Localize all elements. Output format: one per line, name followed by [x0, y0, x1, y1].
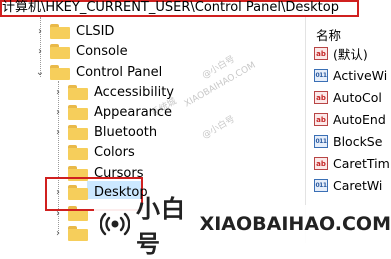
- value-row[interactable]: ab (默认): [314, 43, 368, 63]
- tree-item-colors[interactable]: Colors: [52, 142, 135, 162]
- column-header-name[interactable]: 名称: [316, 25, 341, 44]
- address-bar[interactable]: 计算机\HKEY_CURRENT_USER\Control Panel\Desk…: [0, 0, 391, 17]
- string-value-icon: ab: [314, 46, 328, 60]
- chevron-right-icon[interactable]: ›: [34, 45, 46, 57]
- tree-item-control-panel[interactable]: ⌄ Control Panel: [34, 62, 162, 82]
- chevron-right-icon[interactable]: ›: [52, 227, 64, 239]
- tree-item-partial[interactable]: ›: [52, 223, 94, 243]
- tree-item-desktop[interactable]: › Desktop: [52, 182, 148, 202]
- tree-item-label: Accessibility: [94, 84, 174, 100]
- chevron-right-icon[interactable]: ›: [52, 186, 64, 198]
- tree-item-label: CLSID: [76, 23, 115, 39]
- value-name: BlockSe: [333, 133, 383, 149]
- chevron-down-icon[interactable]: ⌄: [34, 66, 46, 78]
- binary-value-icon: 011: [314, 68, 328, 82]
- chevron-right-icon[interactable]: ›: [34, 25, 46, 37]
- address-path[interactable]: 计算机\HKEY_CURRENT_USER\Control Panel\Desk…: [2, 0, 339, 15]
- value-name: (默认): [333, 46, 368, 62]
- value-name: AutoCol: [333, 89, 382, 105]
- folder-icon: [68, 124, 88, 140]
- tree-item-label: Control Panel: [76, 64, 163, 80]
- tree-item-label: Bluetooth: [94, 124, 158, 140]
- string-value-icon: ab: [314, 90, 328, 104]
- tree-item-label: Colors: [94, 144, 135, 160]
- folder-icon: [50, 23, 70, 39]
- folder-icon: [68, 184, 88, 200]
- tree-item-console[interactable]: › Console: [34, 41, 128, 61]
- folder-icon: [68, 144, 88, 160]
- tree-item-bluetooth[interactable]: › Bluetooth: [52, 122, 157, 142]
- value-name: AutoEnd: [333, 111, 386, 127]
- chevron-right-icon[interactable]: ›: [52, 86, 64, 98]
- watermark-url: XIAOBAIHAO.COM: [199, 213, 391, 235]
- tree-item-clsid[interactable]: › CLSID: [34, 21, 114, 41]
- string-value-icon: ab: [314, 112, 328, 126]
- tree-item-label: Appearance: [94, 104, 173, 120]
- chevron-right-icon[interactable]: ›: [52, 126, 64, 138]
- value-row[interactable]: 011 CaretWi: [314, 175, 382, 195]
- tree-item-label: Desktop: [94, 184, 148, 200]
- value-row[interactable]: ab AutoEnd: [314, 109, 386, 129]
- tree-item-label: Console: [76, 43, 128, 59]
- value-row[interactable]: ab AutoCol: [314, 87, 382, 107]
- value-name: CaretWi: [333, 177, 383, 193]
- tree-item-accessibility[interactable]: › Accessibility: [52, 82, 174, 102]
- value-row[interactable]: 011 ActiveWi: [314, 65, 387, 85]
- value-row[interactable]: ab CaretTim: [314, 153, 390, 173]
- folder-icon: [68, 84, 88, 100]
- folder-icon: [68, 225, 88, 241]
- tree-item-appearance[interactable]: › Appearance: [52, 102, 172, 122]
- folder-icon: [50, 64, 70, 80]
- watermark-banner: 小白号 XIAOBAIHAO.COM: [94, 195, 391, 258]
- binary-value-icon: 011: [314, 134, 328, 148]
- folder-icon: [68, 104, 88, 120]
- folder-icon: [50, 43, 70, 59]
- value-row[interactable]: 011 BlockSe: [314, 131, 382, 151]
- value-name: CaretTim: [333, 155, 390, 171]
- broadcast-icon: [99, 209, 131, 239]
- binary-value-icon: 011: [314, 178, 328, 192]
- string-value-icon: ab: [314, 156, 328, 170]
- value-name: ActiveWi: [333, 67, 388, 83]
- chevron-right-icon[interactable]: ›: [52, 106, 64, 118]
